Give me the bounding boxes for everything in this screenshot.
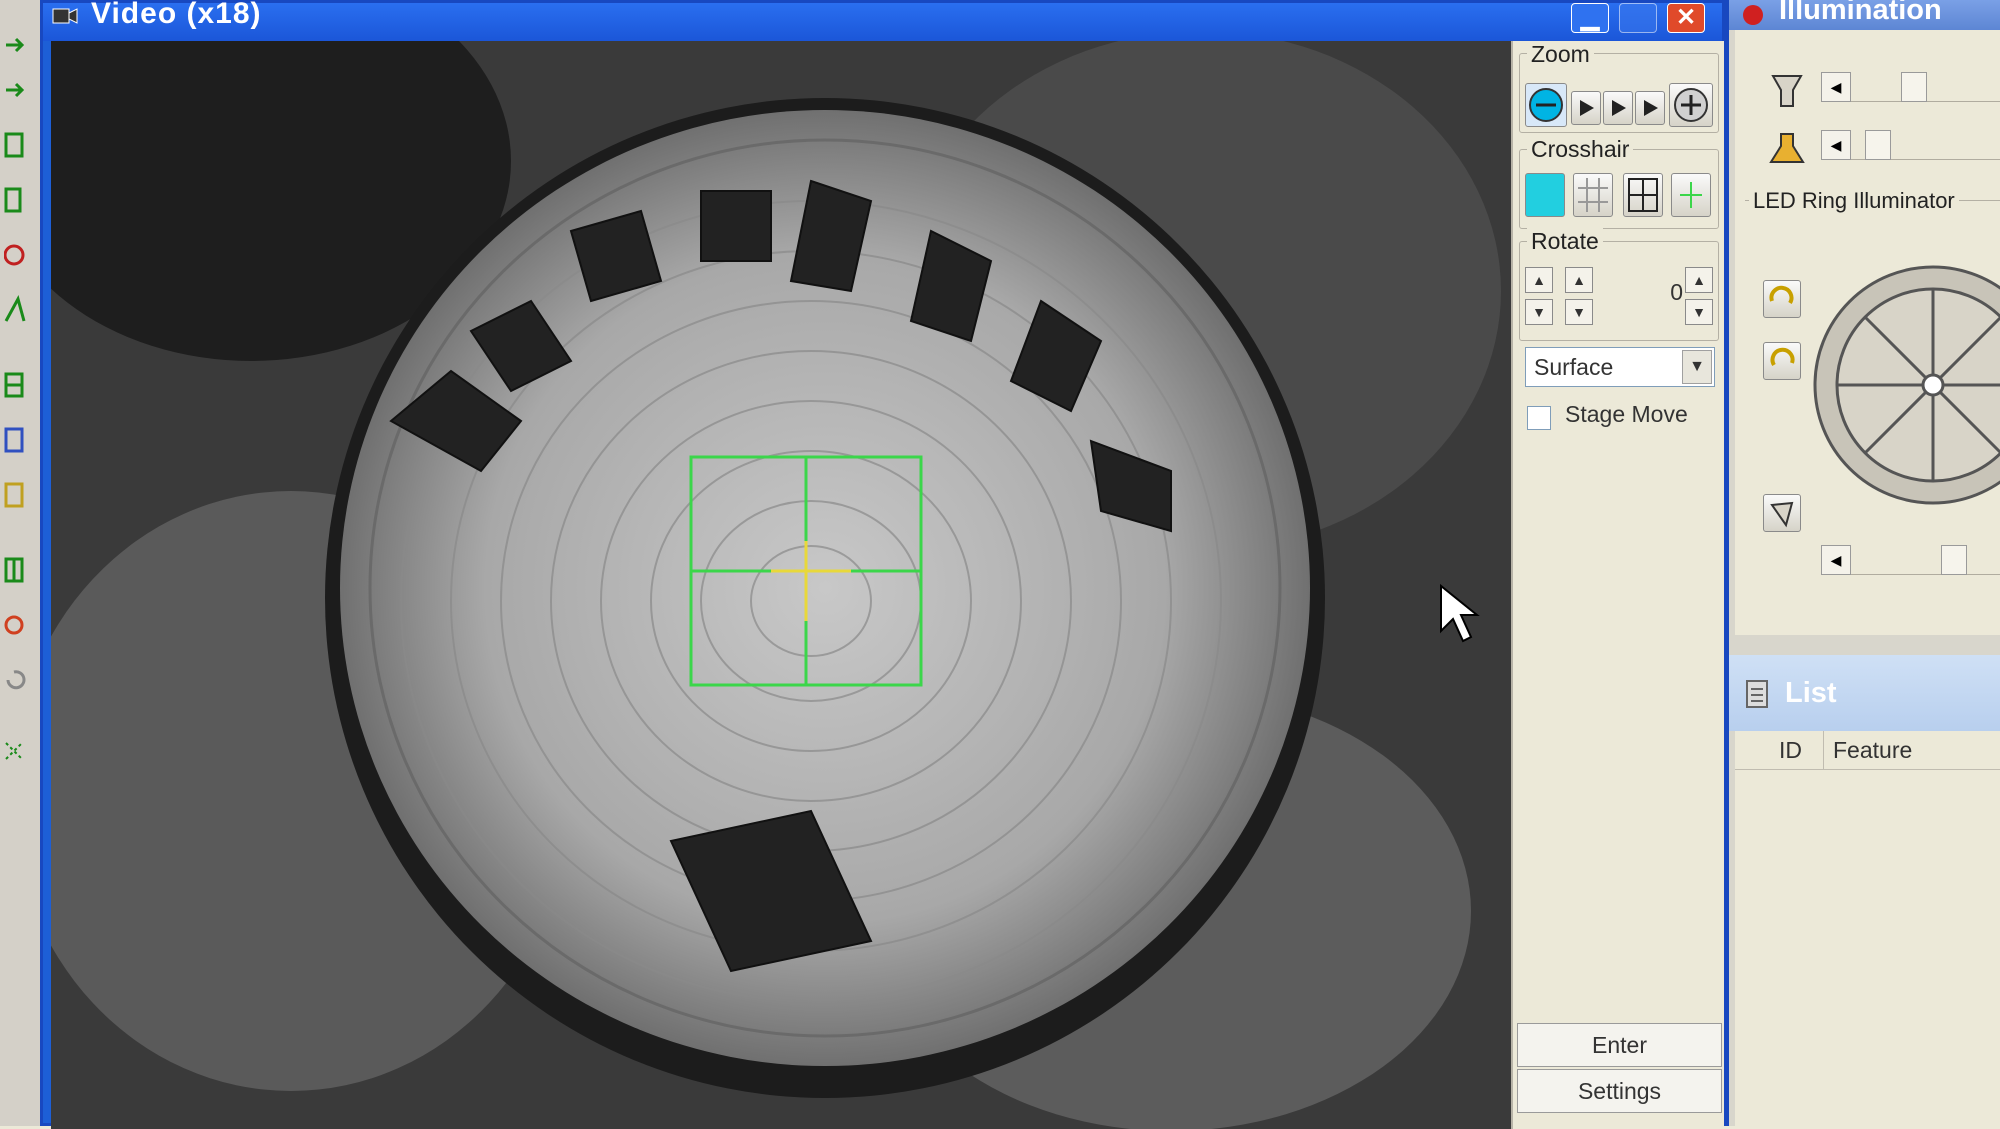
crosshair-icon <box>1628 178 1658 212</box>
maximize-button[interactable] <box>1619 3 1657 33</box>
bottom-light-icon[interactable] <box>1765 128 1809 172</box>
zoom-in-icon <box>1674 88 1708 122</box>
zoom-step-button-1[interactable] <box>1571 91 1601 125</box>
top-light-icon[interactable] <box>1765 70 1809 114</box>
top-light-slider[interactable]: ◀ <box>1821 72 2000 102</box>
surface-select-value: Surface <box>1534 354 1614 380</box>
window-title: Video (x18) <box>91 0 262 30</box>
video-view[interactable] <box>51 41 1511 1129</box>
illumination-window-icon <box>1743 5 1763 25</box>
slider-left-arrow[interactable]: ◀ <box>1821 545 1851 575</box>
camera-image <box>51 41 1511 1129</box>
slider-left-arrow[interactable]: ◀ <box>1821 72 1851 102</box>
slider-thumb[interactable] <box>1941 545 1967 575</box>
list-titlebar[interactable]: List <box>1729 655 2000 731</box>
chevron-down-icon[interactable]: ▼ <box>1682 350 1712 384</box>
play-icon <box>1580 100 1594 116</box>
close-button[interactable]: ✕ <box>1667 3 1705 33</box>
zoom-out-button[interactable] <box>1525 83 1567 127</box>
rotate-cw-icon <box>1769 285 1794 305</box>
crosshair-style-cross-button[interactable] <box>1623 173 1663 217</box>
crosshair-label: Crosshair <box>1527 136 1634 163</box>
clipboard-icon <box>1746 680 1768 708</box>
rotate-label: Rotate <box>1527 228 1603 255</box>
rotate-up-button-1[interactable]: ▲ <box>1525 267 1553 293</box>
column-header-id[interactable]: ID <box>1779 737 1802 764</box>
illumination-panel: ◀ ◀ LED Ring Illuminator ◀ <box>1735 30 2000 635</box>
light-cone-icon <box>1770 501 1794 528</box>
refresh-icon[interactable] <box>4 610 28 640</box>
rotate-value-up-button[interactable]: ▲ <box>1685 267 1713 293</box>
illumination-title: Illumination <box>1779 0 1942 26</box>
green-crosshair-icon <box>1680 182 1702 208</box>
settings-button[interactable]: Settings <box>1517 1069 1722 1113</box>
arrow-right-icon[interactable] <box>4 30 28 60</box>
right-column: Illumination ◀ ◀ LED Ring Illuminator ◀ … <box>1725 0 2000 1126</box>
illumination-titlebar[interactable]: Illumination <box>1729 0 2000 30</box>
zoom-label: Zoom <box>1527 41 1594 68</box>
slider-left-arrow[interactable]: ◀ <box>1821 130 1851 160</box>
zoom-out-icon <box>1529 88 1563 122</box>
chart-icon[interactable] <box>4 480 28 510</box>
frame-icon[interactable] <box>4 130 28 160</box>
arrow-right-icon-2[interactable] <box>4 75 28 105</box>
led-ring-selector[interactable] <box>1813 260 2000 510</box>
rotate-value-down-button[interactable]: ▼ <box>1685 299 1713 325</box>
crosshair-style-solid-button[interactable] <box>1525 173 1565 217</box>
video-window: Video (x18) ▁ ✕ Zoom Crosshair Rotate ▲ … <box>40 0 1725 1129</box>
minimize-button[interactable]: ▁ <box>1571 3 1609 33</box>
rotate-up-button-2[interactable]: ▲ <box>1565 267 1593 293</box>
video-titlebar[interactable]: Video (x18) ▁ ✕ <box>43 0 1722 41</box>
slider-thumb[interactable] <box>1865 130 1891 160</box>
rotate-value[interactable]: 0 <box>1633 279 1683 306</box>
list-header: ID Feature <box>1735 731 2000 770</box>
enter-button[interactable]: Enter <box>1517 1023 1722 1067</box>
led-ring-label: LED Ring Illuminator <box>1749 188 1959 214</box>
ring-intensity-slider[interactable]: ◀ <box>1821 545 2000 575</box>
zoom-step-button-2[interactable] <box>1603 91 1633 125</box>
rotate-ccw-icon <box>1770 347 1795 367</box>
zoom-step-button-3[interactable] <box>1635 91 1665 125</box>
ring-reset-button[interactable] <box>1763 494 1801 532</box>
crosshair-color-button[interactable] <box>1671 173 1711 217</box>
list-title: List <box>1785 677 1837 709</box>
rotate-down-button-2[interactable]: ▼ <box>1565 299 1593 325</box>
grid-icon <box>1578 178 1608 212</box>
layout-icon[interactable] <box>4 555 28 585</box>
rotate-down-button-1[interactable]: ▼ <box>1525 299 1553 325</box>
column-divider <box>1823 731 1824 769</box>
play-icon <box>1612 100 1626 116</box>
play-icon <box>1644 100 1658 116</box>
list-panel: ID Feature <box>1735 731 2000 1126</box>
bottom-light-slider[interactable]: ◀ <box>1821 130 2000 160</box>
table-icon[interactable] <box>4 425 28 455</box>
stage-move-label: Stage Move <box>1565 401 1688 427</box>
camera-icon <box>52 8 78 24</box>
crosshair-style-grid-button[interactable] <box>1573 173 1613 217</box>
slider-thumb[interactable] <box>1901 72 1927 102</box>
points-icon[interactable] <box>4 735 28 765</box>
column-header-feature[interactable]: Feature <box>1833 737 1912 764</box>
coin-image <box>325 98 1325 1098</box>
angle-icon[interactable] <box>4 295 28 325</box>
zoom-in-button[interactable] <box>1669 83 1713 127</box>
rotate-icon[interactable] <box>4 665 28 695</box>
ring-rotate-cw-button[interactable] <box>1763 280 1801 318</box>
rectangle-icon[interactable] <box>4 185 28 215</box>
ring-rotate-ccw-button[interactable] <box>1763 342 1801 380</box>
surface-select[interactable]: Surface ▼ <box>1525 347 1715 387</box>
target-icon[interactable] <box>4 240 28 270</box>
control-panel: Zoom Crosshair Rotate ▲ ▼ ▲ ▼ 0 ▲ ▼ Surf… <box>1511 41 1724 1129</box>
stage-move-checkbox[interactable] <box>1527 406 1551 430</box>
grid-icon[interactable] <box>4 370 28 400</box>
